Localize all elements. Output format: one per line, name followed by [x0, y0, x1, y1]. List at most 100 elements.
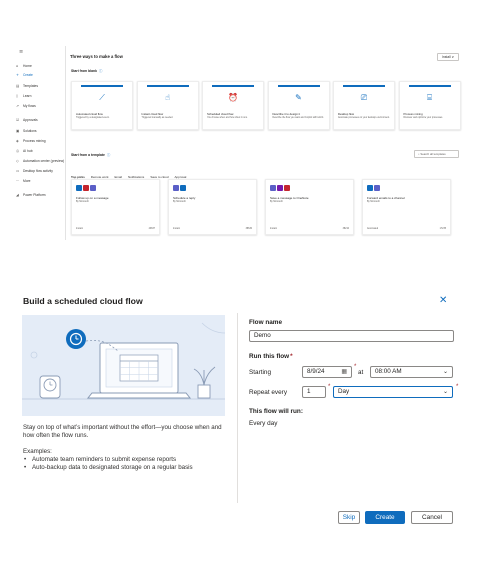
connector-icon — [367, 185, 373, 191]
required-marker: * — [328, 384, 331, 390]
run-flow-text: Run this flow — [249, 353, 290, 360]
dialog-title: Build a scheduled cloud flow — [23, 296, 143, 306]
repeat-interval-input[interactable]: 1 — [302, 386, 326, 398]
nav-item-label: More — [23, 179, 31, 183]
connector-icons — [270, 185, 291, 192]
nav-item-label: AI hub — [23, 149, 33, 153]
nav-item-my-flows[interactable]: ↗ My flows — [16, 102, 66, 110]
cancel-button[interactable]: Cancel — [411, 511, 453, 524]
starting-label: Starting — [249, 369, 272, 376]
solutions-icon: ▣ — [16, 129, 20, 133]
template-type: Automated — [367, 228, 379, 230]
automation-center-icon: ◇ — [16, 159, 19, 163]
flows-icon: ↗ — [16, 104, 20, 108]
repeat-unit-select[interactable]: Day ⌄ — [333, 386, 453, 398]
required-marker: * — [456, 384, 459, 390]
card-description: Describe the flow you want and Copilot w… — [272, 117, 324, 119]
start-date-picker[interactable]: 8/9/24 ▦ — [302, 366, 352, 378]
page-title: Three ways to make a flow — [70, 54, 123, 59]
start-time-select[interactable]: 08:00 AM ⌄ — [370, 366, 453, 378]
nav-item-label: Desktop flow activity — [23, 169, 53, 173]
template-type: Instant — [173, 228, 180, 230]
connector-icons — [76, 185, 97, 192]
start-card-2[interactable]: ☝ Instant cloud flow Triggered manually as… — [136, 81, 199, 130]
template-card[interactable]: Save a message to OneNote By Microsoft Ins… — [265, 179, 354, 235]
nav-item-learn[interactable]: ▯ Learn — [16, 92, 66, 100]
connector-icon — [83, 185, 89, 191]
desktop-flow-card-icon: ⎚ — [360, 93, 368, 102]
start-card-6[interactable]: ⌸ Process mining Discover and optimize you… — [398, 81, 461, 130]
install-button[interactable]: Install ∨ — [437, 53, 459, 61]
example-item: • Automate team reminders to submit expen… — [24, 456, 234, 464]
template-search-placeholder: Search all templates — [420, 152, 446, 156]
start-card-3[interactable]: ⏰ Scheduled cloud flow You choose when and… — [202, 81, 264, 130]
process-mining-icon: ◈ — [16, 139, 19, 143]
bullet-icon: • — [24, 463, 27, 471]
nav-item-more[interactable]: ··· More — [16, 177, 66, 185]
connector-icon — [277, 185, 283, 191]
examples-list: • Automate team reminders to submit expen… — [24, 456, 234, 471]
approvals-icon: ☑ — [16, 118, 20, 122]
bullet-icon: • — [24, 456, 27, 463]
start-card-1[interactable]: ⟋ Automated cloud flow Triggered by a desi… — [71, 81, 133, 130]
nav-item-create[interactable]: + Create — [16, 71, 66, 79]
nav-item-label: Automation center (preview) — [23, 159, 65, 163]
home-icon: ⌂ — [16, 64, 19, 68]
nav-item-solutions[interactable]: ▣ Solutions — [16, 127, 66, 135]
nav-item-home[interactable]: ⌂ Home — [16, 62, 66, 70]
calendar-icon[interactable]: ▦ — [341, 367, 347, 377]
skip-button[interactable]: Skip — [338, 511, 360, 524]
hamburger-icon[interactable]: ≡ — [19, 49, 23, 55]
card-title: Desktop flow — [338, 112, 355, 116]
nav-item-automation-center-preview[interactable]: ◇ Automation center (preview) — [16, 157, 66, 165]
template-title: Schedule a reply — [173, 196, 196, 200]
template-type: Instant — [270, 228, 277, 230]
template-card[interactable]: Schedule a reply By Microsoft Instant 38630 — [168, 179, 257, 235]
create-page-screenshot: ≡ ⌂ Home + Create ▤ Templates ▯ Learn ↗ My flows ☑… — [13, 46, 463, 240]
card-accent-bar — [146, 85, 189, 87]
start-template-label: Start from a template — [71, 153, 105, 157]
card-description: Triggered manually as needed. — [141, 117, 174, 119]
card-accent-bar — [212, 85, 254, 87]
template-card[interactable]: Follow up on a message By Microsoft Instan… — [71, 179, 160, 235]
card-title: Automated cloud flow — [76, 112, 103, 116]
nav-item-approvals[interactable]: ☑ Approvals — [16, 116, 66, 124]
info-icon[interactable]: ⓘ — [99, 69, 102, 73]
start-blank-heading: Start from blank ⓘ — [71, 68, 102, 73]
template-search-input[interactable]: ⌕ Search all templates — [414, 150, 459, 158]
connector-icons — [173, 185, 187, 192]
nav-item-templates[interactable]: ▤ Templates — [16, 82, 66, 90]
flow-name-input[interactable]: Demo — [249, 330, 454, 342]
template-title: Forward emails to a channel — [367, 196, 405, 200]
create-button[interactable]: Create — [365, 511, 405, 524]
required-marker: * — [290, 353, 293, 360]
info-icon[interactable]: ⓘ — [107, 153, 110, 157]
template-author: By Microsoft — [270, 201, 283, 203]
flow-name-label: Flow name — [249, 319, 283, 326]
card-description: Discover and optimize your processes. — [403, 117, 443, 119]
run-flow-label: Run this flow* — [249, 353, 293, 360]
example-text: Auto-backup data to designated storage o… — [32, 463, 193, 471]
flow-name-value: Demo — [254, 332, 271, 339]
plus-icon: + — [16, 73, 20, 77]
nav-item-ai-hub[interactable]: ◎ AI hub — [16, 147, 66, 155]
template-title: Save a message to OneNote — [270, 196, 309, 200]
template-card[interactable]: Forward emails to a channel By Microsoft A… — [362, 179, 451, 235]
nav-item-label: Home — [23, 64, 32, 68]
nav-item-power-platform[interactable]: ◢ Power Platform — [16, 191, 66, 199]
nav-item-desktop-flow-activity[interactable]: ▭ Desktop flow activity — [16, 167, 66, 175]
card-accent-bar — [81, 85, 123, 87]
card-title: Describe it to design it — [272, 112, 301, 116]
nav-item-label: Create — [23, 73, 33, 77]
card-accent-bar — [343, 85, 385, 87]
nav-item-process-mining[interactable]: ◈ Process mining — [16, 137, 66, 145]
close-icon[interactable]: ✕ — [439, 296, 447, 306]
repeat-interval-value: 1 — [307, 388, 311, 395]
template-tabs: Top picks Remote work Email Notifications Sa… — [71, 165, 192, 181]
template-usage-count: 43837 — [148, 228, 155, 230]
start-card-4[interactable]: ✎ Describe it to design it Describe the fl… — [267, 81, 330, 130]
card-accent-bar — [277, 85, 320, 87]
example-item: • Auto-backup data to designated storage … — [24, 464, 234, 472]
start-card-5[interactable]: ⎚ Desktop flow Automate processes on your … — [333, 81, 395, 130]
nav-item-label: My flows — [23, 104, 36, 108]
